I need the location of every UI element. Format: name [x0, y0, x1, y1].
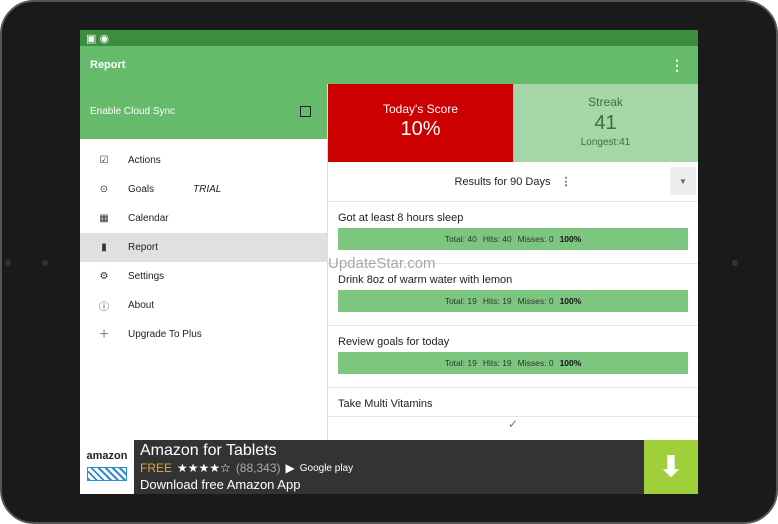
streak-value: 41 — [594, 112, 617, 134]
sidebar-item-upgrade[interactable]: + Upgrade To Plus — [80, 320, 327, 349]
gear-icon: ⚙ — [99, 271, 109, 282]
notification-icon: ▣ ◉ — [86, 32, 110, 45]
status-bar: ▣ ◉ ✱ ◠ ◢ 100% ▮ 6:17 PM — [80, 30, 698, 269]
streak-card: Streak 41 Longest:41 — [513, 84, 698, 162]
sidebar-item-label: Goals — [128, 184, 155, 195]
chart-icon: ▮ — [101, 242, 107, 253]
results-header: Results for 90 Days ⋮ ▼ — [328, 162, 698, 202]
total: Total: 19 — [444, 358, 477, 368]
more-options-icon[interactable]: ⋮ — [670, 57, 688, 74]
target-icon: ⊙ — [99, 184, 109, 195]
ad-subtitle: Download free Amazon App — [140, 477, 301, 492]
trial-badge: TRIAL — [193, 184, 222, 195]
side-sensor — [732, 260, 738, 266]
score-value: 10% — [400, 118, 441, 140]
hits: Hits: 19 — [482, 358, 512, 368]
longest-streak: Longest:41 — [580, 137, 631, 148]
sidebar-item-label: Upgrade To Plus — [128, 329, 202, 340]
price: FREE — [140, 461, 173, 475]
ad-banner[interactable]: amazon Amazon for Tablets FREE ★★★★☆ (88,3… — [80, 440, 698, 494]
goal-stats-bar: Total: 19 Hits: 19 Misses: 0 100% — [338, 290, 688, 312]
goal-name: Got at least 8 hours sleep — [338, 212, 464, 224]
checkbox-icon: ☑ — [99, 155, 109, 166]
sidebar-item-report[interactable]: ▮ Report — [80, 233, 327, 262]
dropdown-button[interactable]: ▼ — [670, 167, 696, 195]
sidebar-item-settings[interactable]: ⚙ Settings — [80, 262, 327, 291]
goal-item[interactable]: Review goals for today Total: 19 Hits: 19 M… — [328, 326, 698, 388]
goal-stats-bar: Total: 40 Hits: 40 Misses: 0 100% — [338, 228, 688, 250]
nav-drawer: Enable Cloud Sync ☑ Actions ⊙ Goals TRIAL ▦… — [80, 84, 328, 440]
page-title: Report — [90, 59, 126, 71]
sidebar-item-actions[interactable]: ☑ Actions — [80, 146, 327, 175]
total: Total: 19 — [444, 296, 477, 306]
percent: 100% — [559, 358, 582, 368]
goal-name: Drink 8oz of warm water with lemon — [338, 274, 513, 286]
side-sensor — [5, 260, 11, 266]
sidebar-item-calendar[interactable]: ▦ Calendar — [80, 204, 327, 233]
cloud-sync-label: Enable Cloud Sync — [90, 106, 176, 117]
goal-item[interactable]: Drink 8oz of warm water with lemon Total:… — [328, 264, 698, 326]
checkmark-icon[interactable]: ✓ — [328, 416, 698, 440]
download-icon: ⬇ — [659, 451, 683, 482]
sidebar-item-goals[interactable]: ⊙ Goals TRIAL — [80, 175, 327, 204]
watermark: UpdateStar.com — [328, 255, 436, 272]
sidebar-item-label: Settings — [128, 271, 165, 282]
sidebar-item-label: Actions — [128, 155, 161, 166]
percent: 100% — [559, 234, 582, 244]
app-bar: Report ⋮ — [80, 46, 698, 84]
hits: Hits: 40 — [482, 234, 512, 244]
sidebar-item-label: About — [128, 300, 155, 311]
rating-count: (88,343) — [235, 461, 281, 475]
screen: ▣ ◉ ✱ ◠ ◢ 100% ▮ 6:17 PM Report ⋮ Enable Clou… — [80, 30, 698, 494]
plus-icon: + — [99, 325, 109, 343]
cloud-sync-row[interactable]: Enable Cloud Sync — [80, 84, 327, 139]
goal-name: Take Multi Vitamins — [338, 398, 433, 410]
goal-name: Review goals for today — [338, 336, 450, 348]
misses: Misses: 0 — [517, 358, 554, 368]
calendar-icon: ▦ — [99, 213, 109, 224]
camera — [42, 260, 48, 266]
goal-stats-bar: Total: 19 Hits: 19 Misses: 0 100% — [338, 352, 688, 374]
store-name: Google play — [299, 462, 354, 474]
play-icon: ▶ — [285, 461, 295, 475]
logo-text: amazon — [86, 450, 128, 462]
cart-icon — [87, 467, 127, 481]
sidebar-item-label: Calendar — [128, 213, 169, 224]
amazon-logo: amazon — [80, 440, 134, 494]
results-menu-icon[interactable]: ⋮ — [560, 175, 571, 188]
todays-score-card: Today's Score 10% — [328, 84, 513, 162]
misses: Misses: 0 — [517, 234, 554, 244]
score-label: Today's Score — [383, 102, 458, 116]
rating-stars: ★★★★☆ — [177, 461, 231, 475]
ad-title: Amazon for Tablets — [140, 442, 277, 459]
percent: 100% — [559, 296, 582, 306]
sidebar-item-about[interactable]: ⓘ About — [80, 291, 327, 320]
total: Total: 40 — [444, 234, 477, 244]
streak-label: Streak — [588, 95, 623, 109]
download-button[interactable]: ⬇ — [644, 440, 698, 494]
results-label: Results for 90 Days — [454, 175, 551, 188]
cloud-sync-checkbox[interactable] — [300, 106, 311, 117]
misses: Misses: 0 — [517, 296, 554, 306]
info-icon: ⓘ — [99, 302, 109, 313]
sidebar-item-label: Report — [128, 242, 159, 253]
hits: Hits: 19 — [482, 296, 512, 306]
